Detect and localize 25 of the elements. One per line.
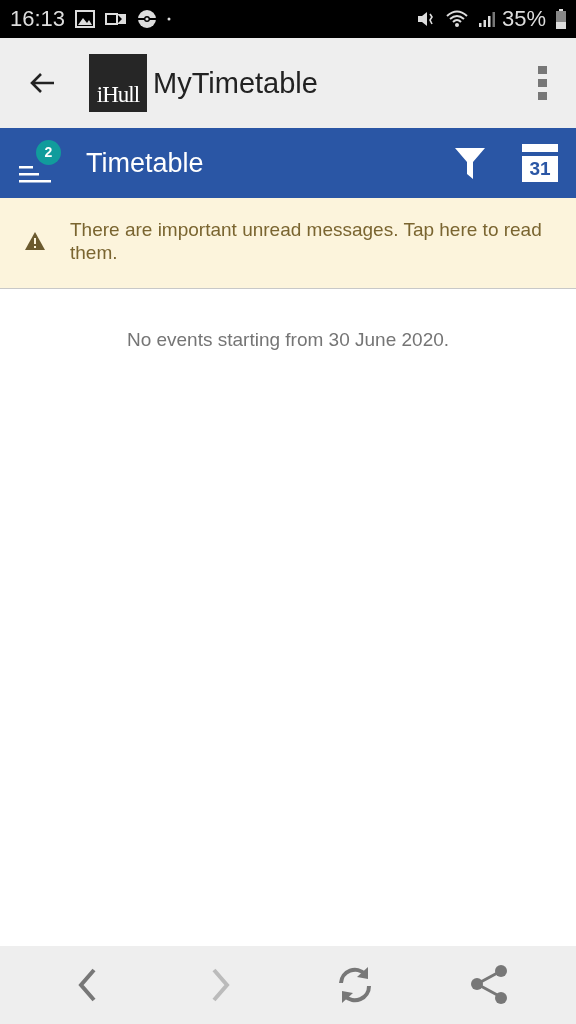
toolbar-title: Timetable <box>86 147 204 179</box>
more-options-icon[interactable] <box>538 66 548 100</box>
filter-icon[interactable] <box>454 146 486 180</box>
signal-icon <box>477 10 496 28</box>
battery-percent: 35% <box>501 6 546 32</box>
message-banner[interactable]: There are important unread messages. Tap here to read them. <box>0 198 576 289</box>
logo: iHull <box>89 54 147 112</box>
wifi-icon <box>445 10 468 28</box>
menu-button[interactable]: 2 <box>18 139 61 183</box>
mute-icon <box>415 9 436 29</box>
refresh-icon[interactable] <box>337 966 373 1004</box>
warning-icon <box>24 231 46 251</box>
app-title: MyTimetable <box>153 66 318 100</box>
notification-badge: 2 <box>36 139 61 165</box>
banner-message: There are important unread messages. Tap here to read them. <box>70 218 543 264</box>
image-icon <box>75 10 96 28</box>
dot-icon <box>167 17 172 21</box>
calendar-button[interactable]: 31 <box>522 144 558 182</box>
empty-message: No events starting from 30 June 2020. <box>125 329 451 351</box>
share-icon[interactable] <box>470 965 508 1005</box>
battery-icon <box>556 9 566 29</box>
menu-icon[interactable] <box>18 165 52 183</box>
clock-time: 16:13 <box>10 6 66 32</box>
back-button[interactable] <box>28 71 56 95</box>
previous-icon[interactable] <box>77 968 97 1002</box>
